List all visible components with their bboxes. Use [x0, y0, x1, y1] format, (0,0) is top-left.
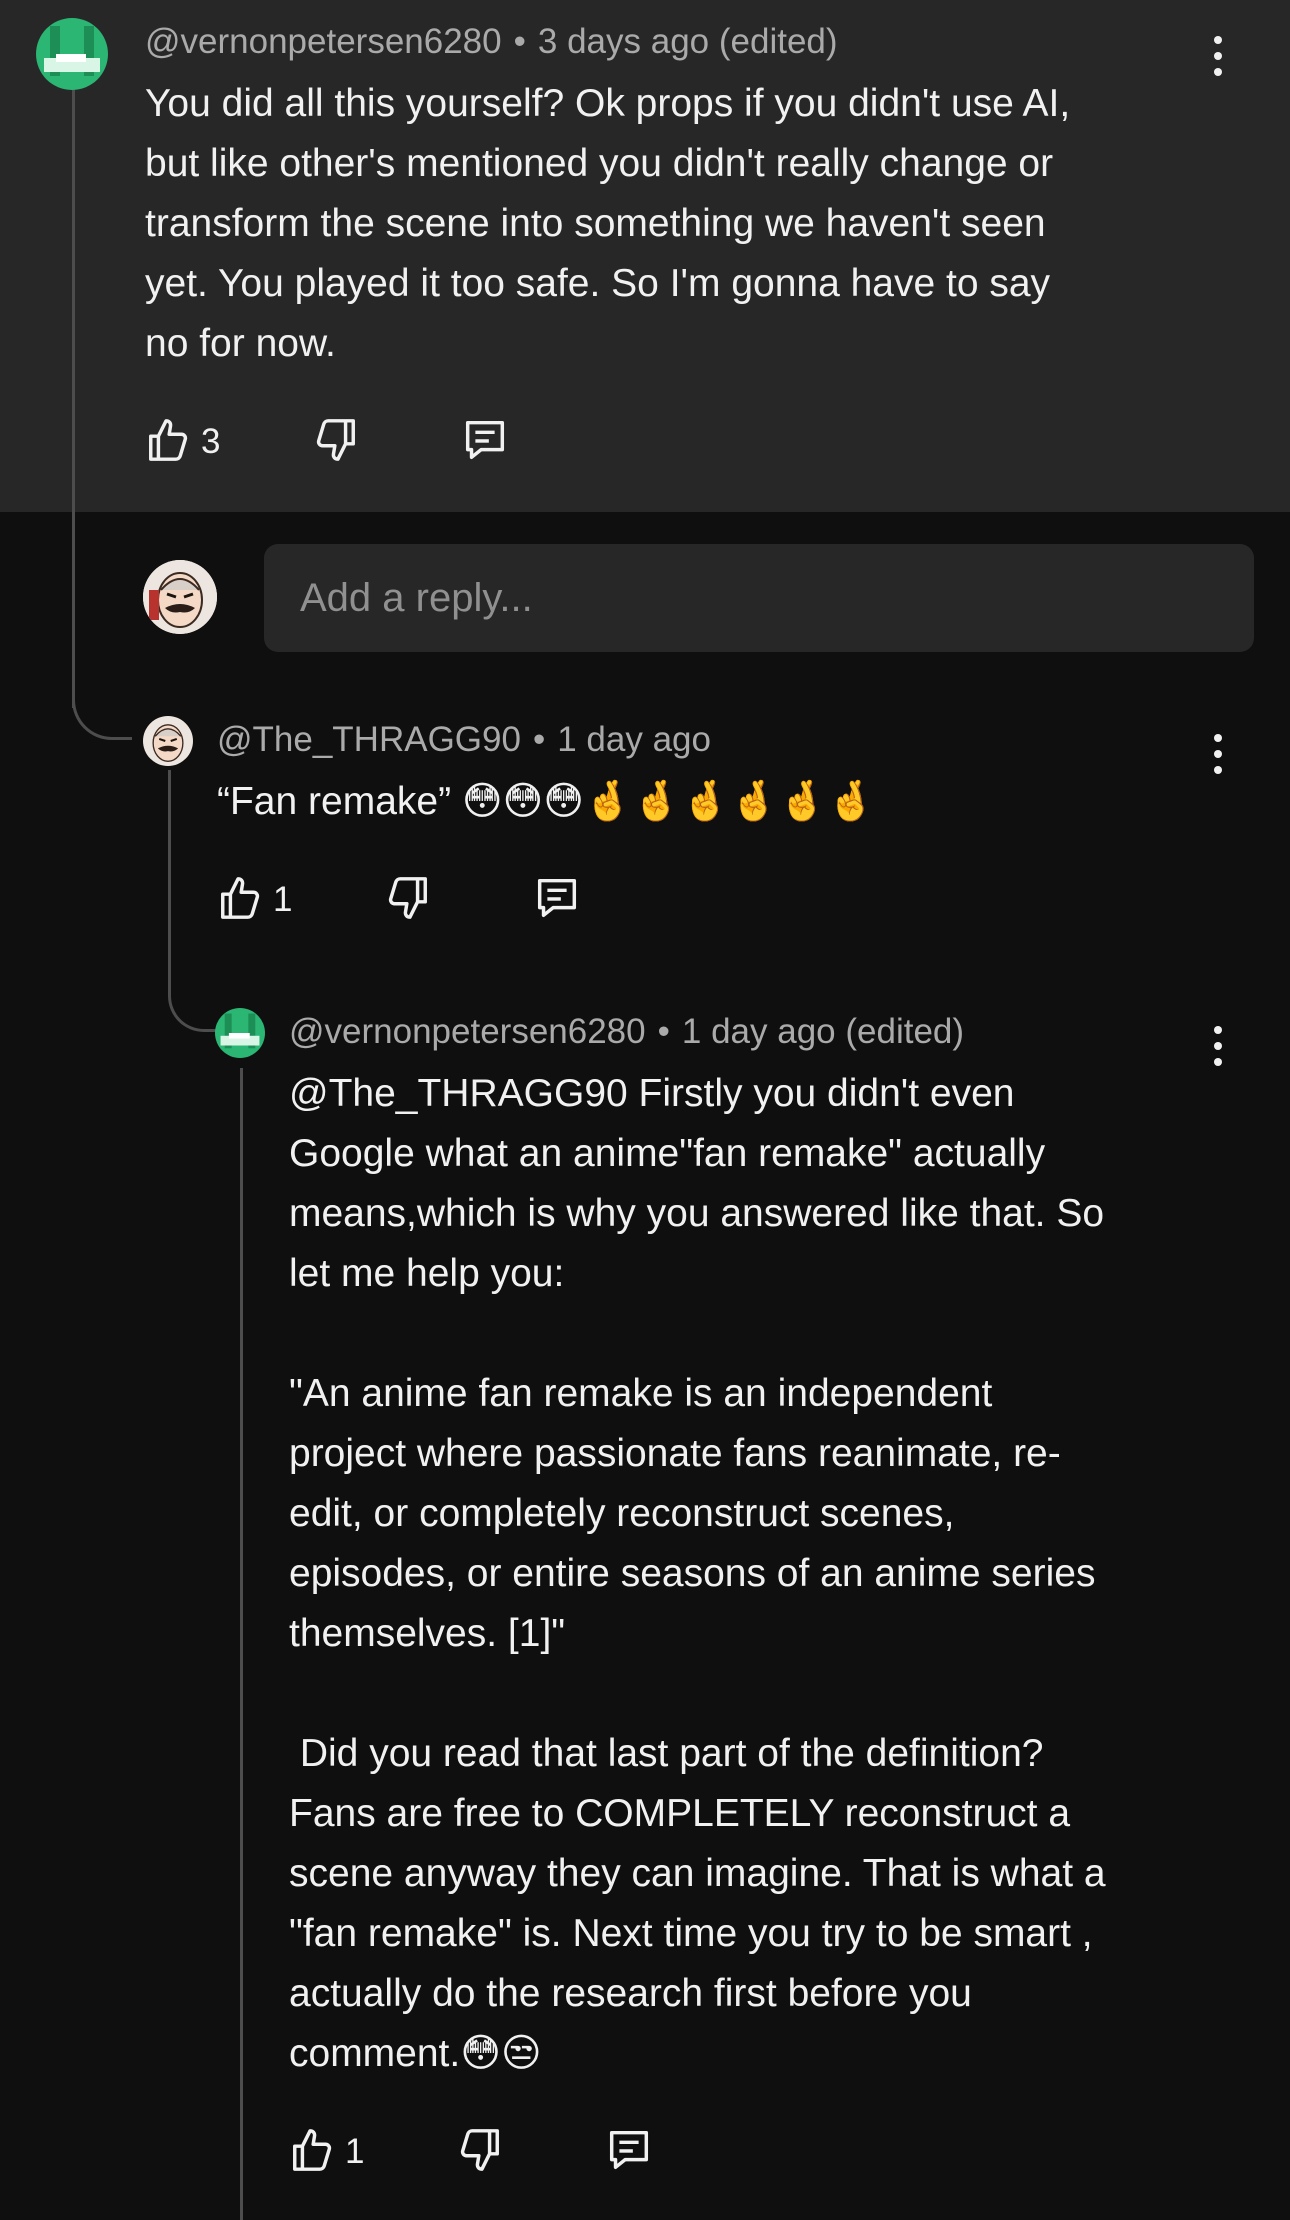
reply-icon	[460, 415, 510, 470]
comment-text: “Fan remake” 😳😳😳🤞🤞🤞🤞🤞🤞	[217, 780, 876, 823]
comment-time: 3 days ago (edited)	[537, 22, 838, 61]
add-reply-input[interactable]: Add a reply...	[264, 544, 1254, 652]
reply-button[interactable]	[604, 2122, 654, 2182]
dislike-button[interactable]	[457, 2122, 503, 2182]
thumbs-down-icon	[457, 2125, 503, 2180]
comment-meta: @vernonpetersen6280 • 3 days ago (edited)	[145, 22, 838, 61]
more-vert-icon[interactable]	[1203, 732, 1233, 776]
like-count: 1	[345, 2132, 365, 2171]
more-vert-icon[interactable]	[1203, 34, 1233, 78]
comment-author[interactable]: @vernonpetersen6280	[145, 22, 502, 61]
thread-line	[240, 1068, 243, 2220]
comment-text: You did all this yourself? Ok props if y…	[145, 82, 1071, 365]
comment-time: 1 day ago (edited)	[681, 1012, 965, 1051]
thread-line	[72, 88, 75, 708]
like-count: 1	[273, 880, 293, 919]
avatar[interactable]	[36, 18, 108, 90]
thumbs-down-icon	[385, 873, 431, 928]
avatar[interactable]	[215, 1008, 265, 1058]
thread-line	[168, 770, 171, 990]
comment-time: 1 day ago	[557, 720, 711, 759]
comment-actions: 1	[217, 870, 617, 930]
thumbs-down-icon	[313, 415, 359, 470]
comment-actions: 3	[145, 412, 545, 472]
dislike-button[interactable]	[385, 870, 431, 930]
comment-author[interactable]: @vernonpetersen6280	[289, 1012, 646, 1051]
comment-meta: @The_THRAGG90 • 1 day ago	[217, 720, 711, 759]
like-button[interactable]: 1	[289, 2122, 364, 2182]
avatar[interactable]	[143, 716, 193, 766]
current-user-avatar[interactable]	[143, 560, 217, 634]
thread-line-curve	[168, 980, 218, 1032]
comment-actions: 1	[289, 2122, 689, 2182]
comment-text: @The_THRAGG90 Firstly you didn't even Go…	[289, 1072, 1106, 2075]
like-count: 3	[201, 422, 221, 461]
reply-button[interactable]	[460, 412, 510, 472]
thumbs-up-icon	[145, 415, 191, 470]
reply-icon	[532, 873, 582, 928]
comment-meta: @vernonpetersen6280 • 1 day ago (edited)	[289, 1012, 965, 1051]
comment-author[interactable]: @The_THRAGG90	[217, 720, 521, 759]
thread-line-curve	[72, 680, 132, 740]
dislike-button[interactable]	[313, 412, 359, 472]
reply-button[interactable]	[532, 870, 582, 930]
thumbs-up-icon	[217, 873, 263, 928]
more-vert-icon[interactable]	[1203, 1024, 1233, 1068]
reply-icon	[604, 2125, 654, 2180]
like-button[interactable]: 3	[145, 412, 220, 472]
like-button[interactable]: 1	[217, 870, 292, 930]
thumbs-up-icon	[289, 2125, 335, 2180]
